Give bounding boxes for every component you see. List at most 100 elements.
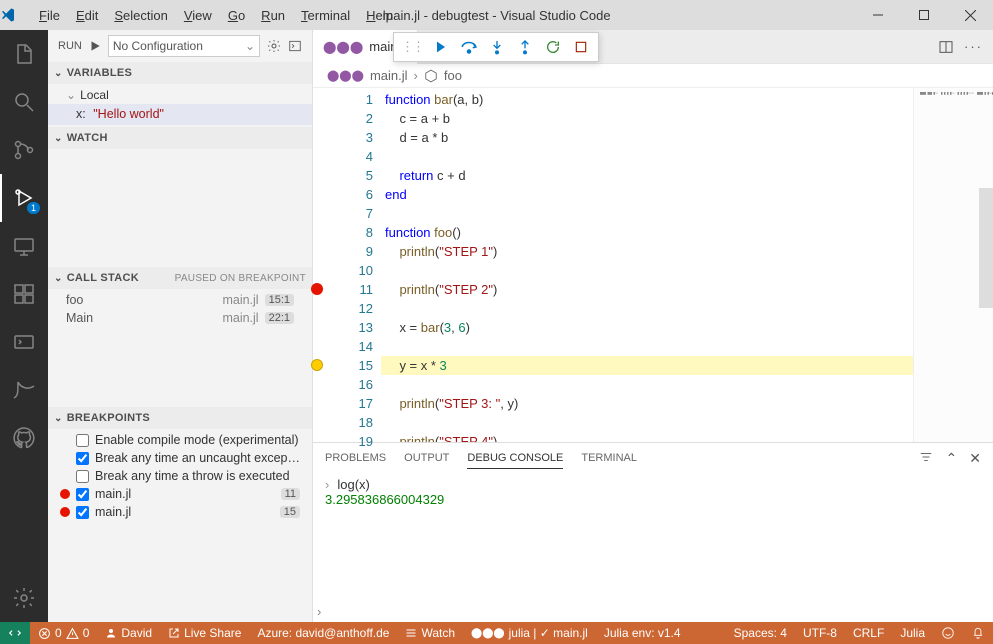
bottom-panel: PROBLEMSOUTPUTDEBUG CONSOLETERMINAL ⌃ ✕ … (313, 442, 993, 622)
console-input: log(x) (337, 477, 370, 492)
run-label: RUN (58, 40, 82, 52)
panel-tab[interactable]: DEBUG CONSOLE (467, 448, 563, 469)
menu-terminal[interactable]: Terminal (294, 8, 357, 23)
status-lang[interactable]: Julia (892, 622, 933, 644)
variables-header[interactable]: ⌄VARIABLES (48, 62, 312, 84)
breakpoint-option[interactable]: Break any time a throw is executed (48, 467, 312, 485)
split-editor-icon[interactable] (938, 39, 954, 55)
julia-file-icon: ⬤⬤⬤ (327, 69, 364, 82)
checkbox[interactable] (76, 506, 89, 519)
run-debug-icon[interactable]: 1 (0, 174, 48, 222)
debug-console[interactable]: › log(x) 3.295836866004329 (313, 473, 993, 604)
restart-button[interactable] (540, 34, 566, 60)
breadcrumb[interactable]: ⬤⬤⬤ main.jl › foo (313, 64, 993, 88)
watch-header[interactable]: ⌄WATCH (48, 127, 312, 149)
drag-grip-icon[interactable]: ⋮⋮ (398, 39, 426, 55)
status-feedback-icon[interactable] (933, 622, 963, 644)
status-bar: 0 0 David Live Share Azure: david@anthof… (0, 622, 993, 644)
maximize-button[interactable] (901, 0, 947, 30)
panel-tab[interactable]: PROBLEMS (325, 448, 386, 468)
panel-tab[interactable]: TERMINAL (581, 448, 637, 468)
vscode-icon (0, 7, 32, 23)
start-debug-icon[interactable] (88, 39, 102, 53)
breakpoints-section: ⌄BREAKPOINTS Enable compile mode (experi… (48, 407, 312, 622)
checkbox[interactable] (76, 452, 89, 465)
panel-filter-icon[interactable] (918, 450, 934, 467)
status-user[interactable]: David (97, 622, 160, 644)
watch-section: ⌄WATCH (48, 127, 312, 267)
panel-close-icon[interactable]: ✕ (969, 450, 981, 467)
current-line-glyph (311, 359, 323, 371)
stop-button[interactable] (568, 34, 594, 60)
settings-gear-icon[interactable] (0, 574, 48, 622)
minimap[interactable]: ████ ███ █\n █ █ █ █\n █ █ █ █\n\n ████ … (913, 88, 993, 442)
prompt-icon: › (325, 477, 329, 492)
sidebar: RUN No Configuration ⌄ ⌄VARIABLES ⌄Local… (48, 30, 313, 622)
symbol-icon (424, 69, 438, 83)
variables-section: ⌄VARIABLES ⌄Local x: "Hello world" (48, 62, 312, 127)
panel-tab[interactable]: OUTPUT (404, 448, 449, 468)
status-julia-env[interactable]: Julia env: v1.4 (596, 622, 689, 644)
editor[interactable]: 12345678910111213141516171819 function b… (313, 88, 993, 442)
console-output: 3.295836866004329 (325, 492, 981, 507)
callstack-frame[interactable]: Mainmain.jl22:1 (48, 309, 312, 327)
close-button[interactable] (947, 0, 993, 30)
scrollbar[interactable] (979, 188, 993, 308)
github-icon[interactable] (0, 414, 48, 462)
debug-config-gear-icon[interactable] (266, 38, 282, 54)
status-eol[interactable]: CRLF (845, 622, 892, 644)
status-errors[interactable]: 0 0 (30, 622, 97, 644)
checkbox[interactable] (76, 434, 89, 447)
search-icon[interactable] (0, 78, 48, 126)
status-encoding[interactable]: UTF-8 (795, 622, 845, 644)
menu-run[interactable]: Run (254, 8, 292, 23)
extensions-icon[interactable] (0, 270, 48, 318)
step-out-button[interactable] (512, 34, 538, 60)
breakpoint-glyph[interactable] (311, 283, 323, 295)
debug-console-icon[interactable] (288, 39, 302, 53)
breakpoints-header[interactable]: ⌄BREAKPOINTS (48, 407, 312, 429)
breakpoint-item[interactable]: main.jl11 (48, 485, 312, 503)
callstack-header[interactable]: ⌄CALL STACK PAUSED ON BREAKPOINT (48, 267, 312, 289)
console-input-chevron[interactable]: › (313, 604, 993, 622)
callstack-section: ⌄CALL STACK PAUSED ON BREAKPOINT foomain… (48, 267, 312, 407)
breakpoint-option[interactable]: Break any time an uncaught excepti… (48, 449, 312, 467)
variable-row[interactable]: x: "Hello world" (48, 104, 312, 125)
checkbox[interactable] (76, 488, 89, 501)
status-azure[interactable]: Azure: david@anthoff.de (249, 622, 397, 644)
status-watch[interactable]: Watch (397, 622, 463, 644)
menu-bar: File Edit Selection View Go Run Terminal… (32, 8, 400, 23)
chevron-down-icon: ⌄ (245, 39, 255, 53)
menu-edit[interactable]: Edit (69, 8, 105, 23)
julia-plots-icon[interactable] (0, 366, 48, 414)
menu-view[interactable]: View (177, 8, 219, 23)
status-bell-icon[interactable] (963, 622, 993, 644)
activity-bar: 1 (0, 30, 48, 622)
source-control-icon[interactable] (0, 126, 48, 174)
menu-go[interactable]: Go (221, 8, 252, 23)
status-liveshare[interactable]: Live Share (160, 622, 249, 644)
explorer-icon[interactable] (0, 30, 48, 78)
julia-pane-icon[interactable] (0, 318, 48, 366)
remote-indicator[interactable] (0, 622, 30, 644)
julia-file-icon: ⬤⬤⬤ (323, 40, 363, 54)
debug-toolbar: ⋮⋮ (393, 32, 599, 62)
menu-file[interactable]: File (32, 8, 67, 23)
debug-config-select[interactable]: No Configuration ⌄ (108, 35, 260, 57)
step-into-button[interactable] (484, 34, 510, 60)
menu-selection[interactable]: Selection (107, 8, 174, 23)
checkbox[interactable] (76, 470, 89, 483)
remote-explorer-icon[interactable] (0, 222, 48, 270)
callstack-frame[interactable]: foomain.jl15:1 (48, 291, 312, 309)
variables-scope[interactable]: ⌄Local (48, 86, 312, 104)
minimize-button[interactable] (855, 0, 901, 30)
more-actions-icon[interactable]: ··· (964, 39, 983, 55)
continue-button[interactable] (428, 34, 454, 60)
status-julia-task[interactable]: ⬤⬤⬤julia | ✓ main.jl (463, 622, 596, 644)
breakpoint-option[interactable]: Enable compile mode (experimental) (48, 431, 312, 449)
breakpoint-item[interactable]: main.jl15 (48, 503, 312, 521)
status-spaces[interactable]: Spaces: 4 (726, 622, 795, 644)
window-title: main.jl - debugtest - Visual Studio Code (382, 8, 610, 23)
panel-maximize-icon[interactable]: ⌃ (946, 450, 958, 467)
step-over-button[interactable] (456, 34, 482, 60)
